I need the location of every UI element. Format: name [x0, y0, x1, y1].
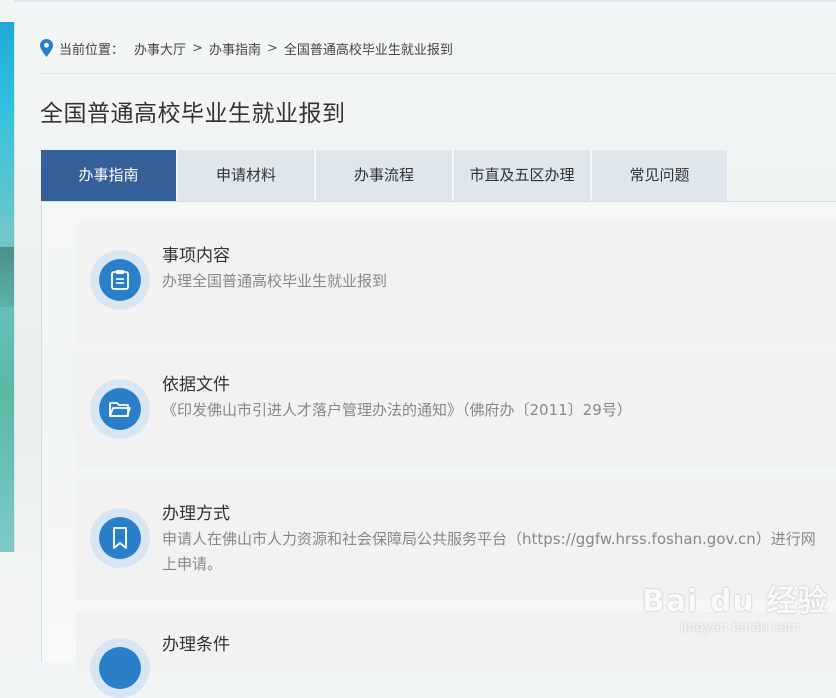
tab-districts[interactable]: 市直及五区办理	[454, 150, 592, 201]
watermark-url: jingyan.baidu.com	[680, 620, 800, 635]
breadcrumb-item-hall[interactable]: 办事大厅	[134, 39, 186, 58]
section-text: 办理全国普通高校毕业生就业报到	[162, 272, 388, 290]
section-icon-ring	[90, 250, 150, 310]
breadcrumb-label: 当前位置：	[59, 42, 125, 58]
breadcrumb: 当前位置： 办事大厅 > 办事指南 > 全国普通高校毕业生就业报到	[40, 38, 453, 58]
tab-guide[interactable]: 办事指南	[41, 150, 178, 201]
breadcrumb-item-guide[interactable]: 办事指南	[209, 39, 261, 58]
location-pin-icon	[40, 39, 53, 57]
watermark-logo-text: Bai du 经验	[642, 584, 829, 619]
section-title: 办理条件	[162, 635, 230, 655]
section-icon-ring	[90, 638, 150, 698]
section-icon-ring	[90, 379, 150, 439]
section-text: 《印发佛山市引进人才落户管理办法的通知》（佛府办〔2011〕29号）	[162, 401, 632, 419]
section-title: 办理方式	[162, 504, 230, 524]
page-title: 全国普通高校毕业生就业报到	[40, 101, 346, 127]
top-border	[14, 0, 836, 2]
clipboard-icon	[99, 259, 141, 301]
circle-icon	[99, 647, 141, 689]
section-title: 依据文件	[162, 375, 230, 395]
tab-materials[interactable]: 申请材料	[178, 150, 316, 201]
baidu-jingyan-watermark: Bai du 经验 jingyan.baidu.com	[642, 566, 832, 646]
section-title: 事项内容	[162, 246, 230, 266]
breadcrumb-separator: >	[192, 40, 203, 56]
bookmark-icon	[99, 517, 141, 559]
section-card-content: 事项内容 办理全国普通高校毕业生就业报到	[76, 222, 836, 343]
breadcrumb-separator: >	[266, 40, 278, 56]
section-icon-ring	[90, 508, 150, 568]
tab-bar: 办事指南 申请材料 办事流程 市直及五区办理 常见问题	[41, 150, 729, 201]
tab-process[interactable]: 办事流程	[316, 150, 454, 201]
section-card-basis: 依据文件 《印发佛山市引进人才落户管理办法的通知》（佛府办〔2011〕29号）	[76, 351, 836, 469]
header-divider	[40, 73, 836, 74]
tab-faq[interactable]: 常见问题	[592, 150, 729, 201]
side-banner-image	[0, 22, 14, 552]
folder-icon	[99, 388, 141, 430]
breadcrumb-item-current: 全国普通高校毕业生就业报到	[283, 42, 453, 58]
